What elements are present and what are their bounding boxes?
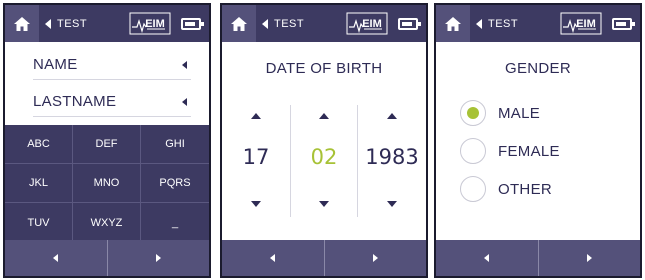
radio-icon[interactable] — [460, 138, 486, 164]
key-underscore[interactable]: _ — [141, 203, 209, 242]
caret-left-icon — [182, 61, 187, 69]
battery-icon — [612, 18, 635, 30]
battery-icon — [398, 18, 421, 30]
next-button[interactable] — [323, 240, 427, 276]
name-field[interactable]: NAME — [33, 50, 191, 80]
month-down-button[interactable] — [319, 201, 329, 207]
back-icon — [476, 18, 482, 29]
home-button[interactable] — [222, 5, 256, 42]
bottom-nav — [222, 240, 426, 276]
keypad: ABC DEF GHI JKL MNO PQRS TUV WXYZ _ — [5, 125, 209, 242]
year-up-button[interactable] — [387, 113, 397, 119]
day-value: 17 — [242, 145, 270, 169]
name-entry-screen: TEST EIM NAME LASTNAME ABC DEF GHI JKL M… — [3, 3, 211, 278]
key-pqrs[interactable]: PQRS — [141, 164, 209, 203]
home-button[interactable] — [436, 5, 470, 42]
top-bar: TEST EIM — [222, 5, 426, 42]
back-label: TEST — [57, 17, 88, 30]
home-icon — [445, 16, 461, 31]
gender-option-other[interactable]: OTHER — [460, 175, 552, 203]
eim-logo: EIM — [129, 12, 171, 35]
date-of-birth-screen: TEST EIM DATE OF BIRTH 17 02 1983 — [220, 3, 428, 278]
key-jkl[interactable]: JKL — [5, 164, 73, 203]
home-icon — [231, 16, 247, 31]
key-ghi[interactable]: GHI — [141, 125, 209, 164]
logo-text: EIM — [145, 18, 165, 30]
home-icon — [14, 16, 30, 31]
name-field-label: NAME — [33, 56, 78, 73]
day-picker: 17 — [222, 105, 290, 217]
back-button[interactable]: TEST — [45, 5, 87, 42]
prev-button[interactable] — [436, 240, 538, 276]
back-icon — [45, 18, 51, 29]
key-abc[interactable]: ABC — [5, 125, 73, 164]
next-icon — [586, 254, 592, 262]
next-icon — [155, 254, 161, 262]
top-bar: TEST EIM — [5, 5, 209, 42]
bottom-nav — [436, 240, 640, 276]
day-up-button[interactable] — [251, 113, 261, 119]
option-label: OTHER — [498, 180, 552, 198]
eim-logo: EIM — [346, 12, 388, 35]
month-picker: 02 — [290, 105, 358, 217]
page-title: DATE OF BIRTH — [265, 60, 383, 77]
month-value: 02 — [310, 145, 338, 169]
logo-text: EIM — [576, 18, 596, 30]
eim-logo: EIM — [560, 12, 602, 35]
year-picker: 1983 — [358, 105, 426, 217]
prev-button[interactable] — [222, 240, 324, 276]
radio-icon[interactable] — [460, 100, 486, 126]
prev-button[interactable] — [5, 240, 107, 276]
prev-icon — [270, 254, 276, 262]
next-button[interactable] — [537, 240, 641, 276]
back-label: TEST — [488, 17, 519, 30]
radio-icon[interactable] — [460, 176, 486, 202]
prev-icon — [484, 254, 490, 262]
key-wxyz[interactable]: WXYZ — [73, 203, 141, 242]
option-label: FEMALE — [498, 142, 560, 160]
gender-option-female[interactable]: FEMALE — [460, 137, 560, 165]
month-up-button[interactable] — [319, 113, 329, 119]
battery-icon — [181, 18, 204, 30]
page-title: GENDER — [505, 60, 571, 77]
back-label: TEST — [274, 17, 305, 30]
option-label: MALE — [498, 104, 541, 122]
day-down-button[interactable] — [251, 201, 261, 207]
back-button[interactable]: TEST — [476, 5, 518, 42]
bottom-nav — [5, 240, 209, 276]
next-icon — [372, 254, 378, 262]
year-value: 1983 — [365, 145, 419, 169]
gender-screen: TEST EIM GENDER MALE FEMALE OTHER — [434, 3, 642, 278]
lastname-field-label: LASTNAME — [33, 93, 117, 110]
key-def[interactable]: DEF — [73, 125, 141, 164]
back-icon — [262, 18, 268, 29]
back-button[interactable]: TEST — [262, 5, 304, 42]
next-button[interactable] — [106, 240, 210, 276]
gender-option-male[interactable]: MALE — [460, 99, 540, 127]
key-tuv[interactable]: TUV — [5, 203, 73, 242]
prev-icon — [53, 254, 59, 262]
key-mno[interactable]: MNO — [73, 164, 141, 203]
logo-text: EIM — [362, 18, 382, 30]
home-button[interactable] — [5, 5, 39, 42]
year-down-button[interactable] — [387, 201, 397, 207]
lastname-field[interactable]: LASTNAME — [33, 87, 191, 117]
caret-left-icon — [182, 98, 187, 106]
top-bar: TEST EIM — [436, 5, 640, 42]
